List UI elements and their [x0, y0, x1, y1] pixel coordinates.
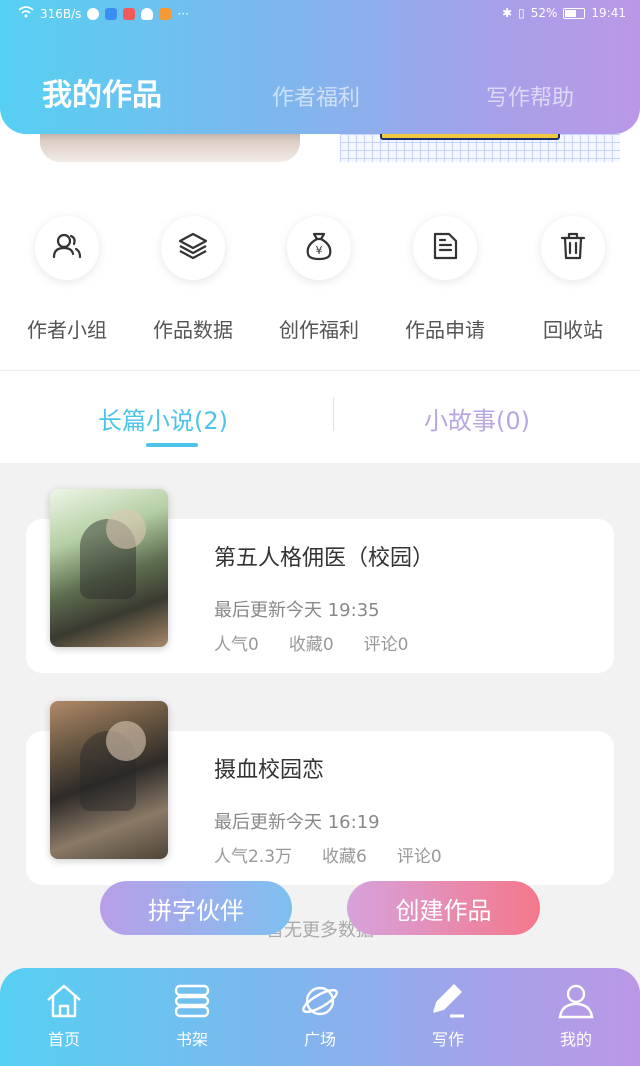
action-work-application[interactable]: 作品申请	[390, 216, 500, 343]
action-recycle-bin[interactable]: 回收站	[518, 216, 628, 343]
bluetooth-icon: ✱	[502, 6, 513, 20]
work-comments: 评论0	[396, 847, 442, 867]
work-cover-image[interactable]	[50, 489, 168, 647]
work-title[interactable]: 摄血校园恋	[214, 752, 324, 784]
nav-label: 书架	[175, 1030, 208, 1049]
wifi-icon	[18, 6, 34, 21]
work-stats: 人气2.3万 收藏6 评论0	[214, 842, 442, 867]
nav-label: 首页	[47, 1030, 80, 1049]
work-title[interactable]: 第五人格佣医（校园）	[214, 540, 434, 572]
action-label: 作者小组	[27, 318, 107, 342]
work-type-tabs: 长篇小说(2) 小故事(0)	[0, 371, 640, 463]
work-popularity: 人气0	[214, 635, 259, 655]
vibrate-icon: ▯	[518, 6, 525, 20]
active-tab-indicator	[146, 443, 198, 447]
work-comments: 评论0	[363, 635, 409, 655]
layers-icon	[177, 230, 209, 266]
status-bar: 316B/s ··· ✱ ▯ 52% 19:41	[0, 0, 640, 28]
action-label: 作品数据	[153, 318, 233, 342]
app-notification-icon	[159, 7, 172, 20]
create-work-button[interactable]: 创建作品	[347, 881, 540, 935]
action-creation-benefits[interactable]: ¥ 创作福利	[264, 216, 374, 343]
planet-icon	[275, 982, 365, 1020]
action-author-group[interactable]: 作者小组	[12, 216, 122, 343]
trash-icon	[557, 230, 589, 266]
nav-home[interactable]: 首页	[19, 982, 109, 1050]
money-bag-icon: ¥	[303, 230, 335, 266]
nav-square[interactable]: 广场	[275, 982, 365, 1050]
battery-icon	[563, 7, 586, 19]
network-speed: 316B/s	[40, 6, 82, 21]
tab-writing-help[interactable]: 写作帮助	[486, 80, 574, 112]
work-popularity: 人气2.3万	[214, 847, 293, 867]
app-notification-icon	[141, 7, 154, 20]
app-notification-icon	[123, 7, 136, 20]
quick-actions: 作者小组 作品数据 ¥ 创作福利 作品申请 回收站	[0, 162, 640, 370]
home-icon	[19, 982, 109, 1020]
action-label: 作品申请	[405, 318, 485, 342]
word-partner-button[interactable]: 拼字伙伴	[100, 881, 292, 935]
group-icon	[51, 230, 83, 266]
nav-label: 写作	[431, 1030, 464, 1049]
action-label: 回收站	[543, 318, 603, 342]
tab-my-works[interactable]: 我的作品	[42, 70, 162, 114]
nav-label: 我的	[559, 1030, 592, 1049]
app-notification-icon	[105, 7, 118, 20]
bookshelf-icon	[147, 982, 237, 1020]
work-cover-image[interactable]	[50, 701, 168, 859]
work-stats: 人气0 收藏0 评论0	[214, 630, 408, 655]
bottom-navigation: 首页 书架 广场 写作 我的	[0, 968, 640, 1066]
work-favorites: 收藏6	[322, 847, 367, 867]
svg-text:¥: ¥	[316, 244, 323, 257]
pen-icon	[403, 982, 493, 1020]
document-icon	[429, 230, 461, 266]
tab-author-benefits[interactable]: 作者福利	[272, 80, 360, 112]
header: 316B/s ··· ✱ ▯ 52% 19:41 我的作品 作者福利 写作帮助	[0, 0, 640, 134]
more-notifications-icon: ···	[177, 6, 189, 21]
profile-icon	[531, 982, 621, 1020]
action-work-data[interactable]: 作品数据	[138, 216, 248, 343]
no-more-data-text: 暂无更多数据	[266, 920, 374, 941]
nav-profile[interactable]: 我的	[531, 982, 621, 1050]
app-notification-icon	[87, 7, 100, 20]
nav-bookshelf[interactable]: 书架	[147, 982, 237, 1050]
work-favorites: 收藏0	[288, 635, 334, 655]
tab-long-novels[interactable]: 长篇小说(2)	[98, 401, 228, 436]
nav-label: 广场	[303, 1030, 336, 1049]
tab-separator	[333, 397, 334, 431]
battery-percent: 52%	[530, 6, 558, 20]
tab-short-stories[interactable]: 小故事(0)	[424, 401, 530, 436]
nav-write[interactable]: 写作	[403, 982, 493, 1050]
clock: 19:41	[591, 6, 626, 20]
work-updated: 最后更新今天 19:35	[214, 600, 380, 621]
work-updated: 最后更新今天 16:19	[214, 812, 380, 833]
action-label: 创作福利	[279, 318, 359, 342]
